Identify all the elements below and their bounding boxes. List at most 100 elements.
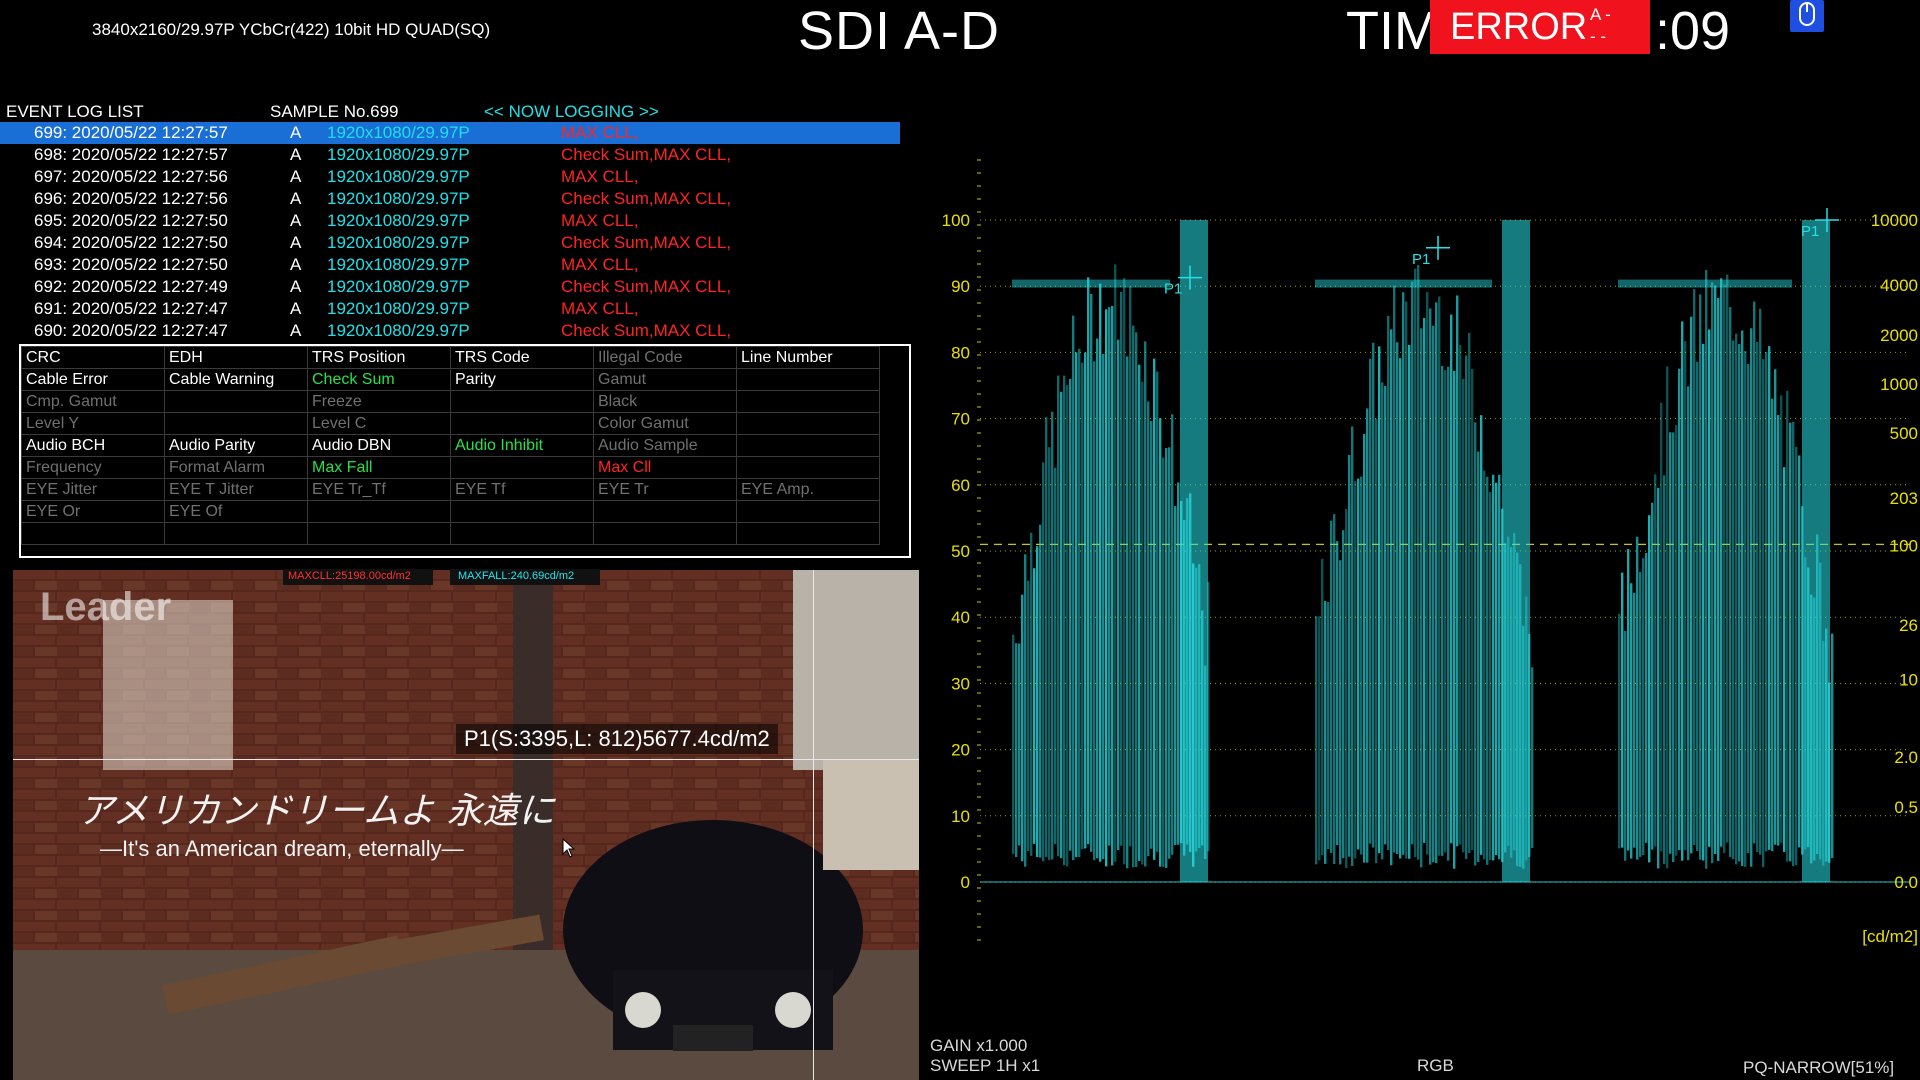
cursor-line-vertical[interactable] xyxy=(813,570,814,1080)
trace-column xyxy=(1324,600,1327,864)
status-cell[interactable] xyxy=(736,434,880,457)
trace-column xyxy=(1147,401,1150,857)
event-log-row[interactable]: 698: 2020/05/22 12:27:57 A 1920x1080/29.97… xyxy=(0,144,900,166)
status-cell[interactable]: Gamut xyxy=(593,368,737,391)
trace-column xyxy=(1741,330,1744,866)
status-cell[interactable]: Parity xyxy=(450,368,594,391)
status-cell[interactable] xyxy=(164,522,308,545)
status-cell[interactable] xyxy=(450,412,594,435)
status-cell[interactable]: Freeze xyxy=(307,390,451,413)
right-scale-label: 10 xyxy=(1899,670,1918,689)
status-cell[interactable]: EDH xyxy=(164,346,308,369)
event-log-row[interactable]: 690: 2020/05/22 12:27:47 A 1920x1080/29.97… xyxy=(0,320,900,342)
trace-column xyxy=(1063,375,1066,866)
status-cell[interactable]: EYE Jitter xyxy=(21,478,165,501)
trace-column xyxy=(1075,352,1078,858)
status-cell[interactable]: Audio Parity xyxy=(164,434,308,457)
trace-column xyxy=(1777,415,1780,846)
trace-column xyxy=(1105,309,1108,867)
trace-column xyxy=(1486,476,1489,865)
event-log-row[interactable]: 694: 2020/05/22 12:27:50 A 1920x1080/29.97… xyxy=(0,232,900,254)
trace-edge-column xyxy=(1802,220,1830,882)
event-channel: A xyxy=(290,123,302,142)
trace-column xyxy=(1129,286,1132,847)
trace-column xyxy=(1381,382,1384,860)
trace-column xyxy=(1168,447,1171,859)
trace-column xyxy=(1015,643,1018,858)
cursor-line-horizontal[interactable] xyxy=(13,759,919,760)
status-cell[interactable] xyxy=(736,368,880,391)
event-log-row[interactable]: 699: 2020/05/22 12:27:57 A 1920x1080/29.97… xyxy=(0,122,900,144)
trace-column xyxy=(1774,369,1777,845)
status-cell[interactable]: Max Cll xyxy=(593,456,737,479)
trace-column xyxy=(1372,342,1375,848)
event-log-row[interactable]: 693: 2020/05/22 12:27:50 A 1920x1080/29.97… xyxy=(0,254,900,276)
status-cell[interactable]: EYE Or xyxy=(21,500,165,523)
trace-column xyxy=(1681,321,1684,861)
status-cell[interactable]: Cable Warning xyxy=(164,368,308,391)
status-cell[interactable] xyxy=(164,390,308,413)
status-cell[interactable] xyxy=(736,412,880,435)
status-cell[interactable]: EYE T Jitter xyxy=(164,478,308,501)
status-cell[interactable] xyxy=(593,522,737,545)
event-log-row[interactable]: 691: 2020/05/22 12:27:47 A 1920x1080/29.97… xyxy=(0,298,900,320)
status-cell[interactable] xyxy=(450,390,594,413)
status-cell[interactable]: Audio DBN xyxy=(307,434,451,457)
event-log-row[interactable]: 692: 2020/05/22 12:27:49 A 1920x1080/29.97… xyxy=(0,276,900,298)
status-cell[interactable]: Illegal Code xyxy=(593,346,737,369)
status-cell[interactable]: Max Fall xyxy=(307,456,451,479)
status-cell[interactable] xyxy=(736,500,880,523)
event-channel: A xyxy=(290,321,302,340)
event-channel: A xyxy=(290,189,302,208)
trace-column xyxy=(1414,268,1417,858)
status-cell[interactable] xyxy=(164,412,308,435)
status-cell[interactable]: Black xyxy=(593,390,737,413)
event-log-row[interactable]: 695: 2020/05/22 12:27:50 A 1920x1080/29.97… xyxy=(0,210,900,232)
status-cell[interactable]: Audio Inhibit xyxy=(450,434,594,457)
status-cell[interactable]: Audio Sample xyxy=(593,434,737,457)
status-cell[interactable] xyxy=(736,390,880,413)
status-cell[interactable]: Line Number xyxy=(736,346,880,369)
trace-column xyxy=(1144,341,1147,867)
status-cell[interactable]: Cmp. Gamut xyxy=(21,390,165,413)
status-cell[interactable]: EYE Tr_Tf xyxy=(307,478,451,501)
status-cell[interactable]: Audio BCH xyxy=(21,434,165,457)
status-cell[interactable]: EYE Tr xyxy=(593,478,737,501)
status-cell[interactable] xyxy=(736,456,880,479)
left-scale-label: 0 xyxy=(961,873,970,892)
status-cell[interactable]: Level Y xyxy=(21,412,165,435)
trace-column xyxy=(1378,346,1381,854)
status-cell[interactable]: Check Sum xyxy=(307,368,451,391)
trace-column xyxy=(1318,616,1321,861)
status-cell[interactable]: Cable Error xyxy=(21,368,165,391)
status-cell[interactable] xyxy=(21,522,165,545)
status-cell[interactable] xyxy=(307,500,451,523)
status-cell[interactable]: Frequency xyxy=(21,456,165,479)
status-cell[interactable] xyxy=(736,522,880,545)
status-cell[interactable]: CRC xyxy=(21,346,165,369)
event-log-row[interactable]: 697: 2020/05/22 12:27:56 A 1920x1080/29.97… xyxy=(0,166,900,188)
status-cell[interactable]: TRS Code xyxy=(450,346,594,369)
status-cell[interactable]: Format Alarm xyxy=(164,456,308,479)
trace-column xyxy=(1618,613,1621,849)
status-cell[interactable]: Color Gamut xyxy=(593,412,737,435)
status-cell[interactable] xyxy=(450,500,594,523)
left-scale-label: 10 xyxy=(951,807,970,826)
event-channel: A xyxy=(290,299,302,318)
status-cell[interactable]: Level C xyxy=(307,412,451,435)
trace-column xyxy=(1174,506,1177,845)
event-log-header: EVENT LOG LIST SAMPLE No.699 << NOW LOGG… xyxy=(6,102,906,122)
status-cell[interactable]: EYE Tf xyxy=(450,478,594,501)
event-log-row[interactable]: 696: 2020/05/22 12:27:56 A 1920x1080/29.97… xyxy=(0,188,900,210)
status-cell[interactable] xyxy=(450,456,594,479)
status-cell[interactable] xyxy=(307,522,451,545)
trace-column xyxy=(1036,546,1039,857)
trace-column xyxy=(1705,270,1708,869)
waveform-monitor[interactable]: 100 90 80 70 60 50 40 30 20 10 0 10000 4000 2000 1000 5… xyxy=(920,130,1920,960)
status-cell[interactable]: EYE Amp. xyxy=(736,478,880,501)
trace-column xyxy=(1645,552,1648,843)
status-cell[interactable]: TRS Position xyxy=(307,346,451,369)
status-cell[interactable] xyxy=(450,522,594,545)
status-cell[interactable]: EYE Of xyxy=(164,500,308,523)
status-cell[interactable] xyxy=(593,500,737,523)
